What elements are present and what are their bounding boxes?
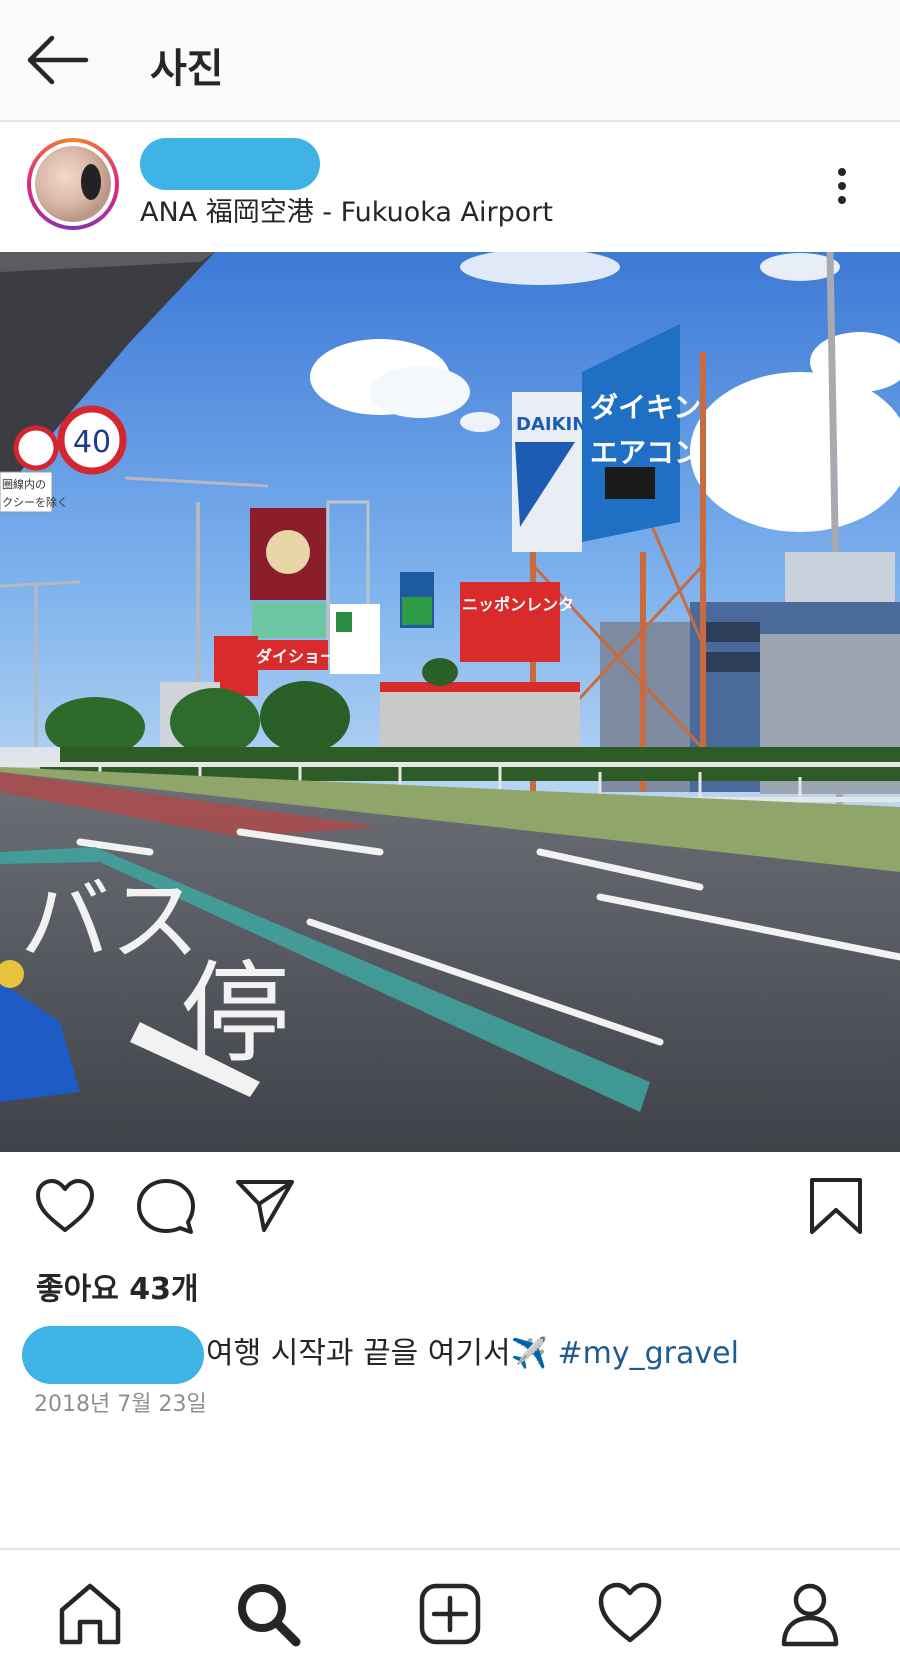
- nav-home-button[interactable]: [56, 1580, 124, 1648]
- road-marking-bus: バス: [20, 869, 200, 974]
- hashtag-link[interactable]: #my_gravel: [558, 1336, 739, 1371]
- svg-text:クシーを除く: クシーを除く: [2, 495, 68, 509]
- username-redaction: [140, 138, 320, 190]
- caption-username-redaction: [22, 1326, 204, 1384]
- heart-icon: [598, 1582, 662, 1643]
- nav-activity-button[interactable]: [596, 1580, 664, 1648]
- nav-add-button[interactable]: [416, 1580, 484, 1648]
- home-icon: [59, 1583, 121, 1645]
- comment-button[interactable]: [136, 1178, 196, 1236]
- nav-profile-button[interactable]: [776, 1580, 844, 1648]
- svg-text:ダイキン: ダイキン: [590, 391, 701, 424]
- top-bar: 사진: [0, 0, 900, 122]
- post-actions: [0, 1152, 900, 1262]
- share-button[interactable]: [234, 1176, 296, 1234]
- heart-icon: [36, 1179, 94, 1232]
- speed-limit-sign: 40: [73, 425, 111, 460]
- post-photo[interactable]: 40 圏線内の クシーを除く DAIKIN ダイキン エアコン ニッポンレンタ …: [0, 252, 900, 1152]
- page-title: 사진: [150, 46, 224, 92]
- post-date: 2018년 7월 23일: [34, 1392, 207, 1417]
- caption-text: 여행 시작과 끝을 여기서✈️: [206, 1336, 548, 1371]
- arrow-left-icon: [27, 35, 89, 85]
- svg-text:エアコン: エアコン: [590, 436, 702, 469]
- svg-text:ダイショー: ダイショー: [256, 647, 336, 666]
- caption: 여행 시작과 끝을 여기서✈️ #my_gravel: [22, 1322, 882, 1386]
- like-count[interactable]: 좋아요 43개: [36, 1264, 199, 1308]
- post-header: ANA 福岡空港 - Fukuoka Airport: [0, 124, 900, 252]
- svg-text:圏線内の: 圏線内の: [2, 477, 46, 491]
- save-button[interactable]: [808, 1176, 864, 1236]
- back-button[interactable]: [26, 34, 90, 86]
- billboard-daikin-brand: DAIKIN: [516, 414, 587, 435]
- location-link[interactable]: ANA 福岡空港 - Fukuoka Airport: [140, 190, 553, 229]
- like-button[interactable]: [34, 1178, 96, 1234]
- send-icon: [236, 1180, 294, 1232]
- search-icon: [238, 1584, 301, 1647]
- comment-icon: [137, 1179, 195, 1234]
- svg-text:ニッポンレンタ: ニッポンレンタ: [462, 595, 574, 614]
- bottom-navigation: [0, 1548, 900, 1673]
- avatar[interactable]: [27, 138, 119, 230]
- more-vertical-icon: [838, 168, 846, 176]
- add-post-icon: [419, 1583, 481, 1645]
- bookmark-icon: [810, 1178, 862, 1234]
- nav-search-button[interactable]: [234, 1580, 302, 1648]
- airport-road-photo: 40 圏線内の クシーを除く DAIKIN ダイキン エアコン ニッポンレンタ …: [0, 252, 900, 1152]
- profile-icon: [781, 1583, 839, 1647]
- more-options-button[interactable]: [822, 164, 862, 212]
